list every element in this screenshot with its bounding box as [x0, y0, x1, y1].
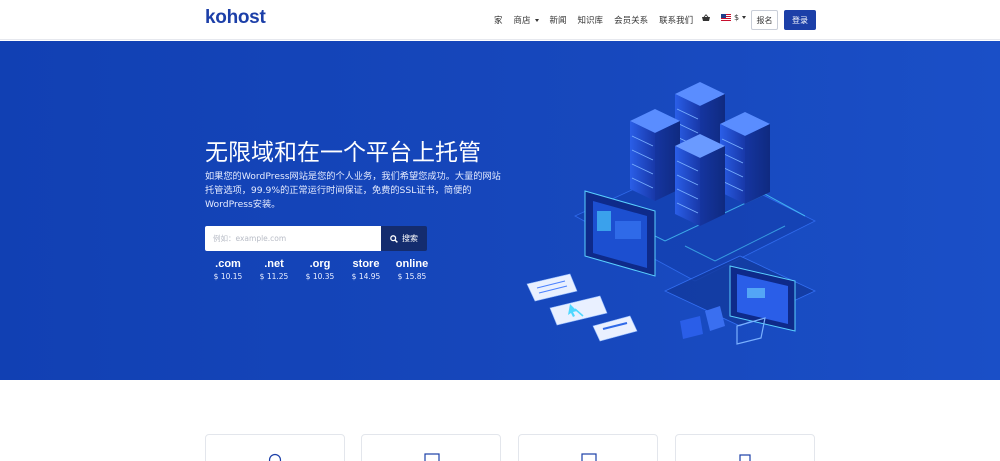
nav-item-affiliates[interactable]: 会员关系: [614, 14, 648, 26]
hero-title: 无限域和在一个平台上托管: [205, 140, 481, 166]
nav-item-store[interactable]: 商店: [514, 14, 539, 26]
feature-card[interactable]: [205, 434, 345, 461]
tld-extension: store: [352, 258, 380, 270]
feature-card[interactable]: [518, 434, 658, 461]
currency-selector[interactable]: $: [721, 13, 747, 22]
header: kohost 家 商店 新闻 知识库 会员关系 联系我们 $ 报名 登录: [0, 0, 1000, 40]
tld-extension: online: [395, 258, 429, 270]
tld-extension: .net: [264, 258, 284, 270]
currency-symbol: $: [734, 13, 740, 22]
chevron-down-icon: [534, 19, 539, 22]
search-button-label: 搜索: [402, 234, 418, 243]
globe-icon: [268, 453, 282, 461]
tld-item: store $ 14.95: [343, 258, 389, 281]
server-tower: [630, 109, 680, 201]
feature-card[interactable]: [675, 434, 815, 461]
feature-card[interactable]: [361, 434, 501, 461]
nav-label: 会员关系: [614, 16, 649, 26]
nav-label: 商店: [513, 16, 531, 26]
login-button[interactable]: 登录: [784, 10, 816, 30]
tld-price: $ 14.95: [351, 272, 381, 281]
nav-item-home[interactable]: 家: [494, 14, 503, 26]
tld-item: .org $ 10.35: [297, 258, 343, 281]
features-section: [0, 380, 1000, 461]
us-flag-icon: [721, 14, 731, 21]
chevron-down-icon: [742, 16, 747, 19]
server-icon: [739, 454, 751, 461]
monitor-icon: [581, 453, 597, 461]
search-button[interactable]: 搜索: [381, 226, 427, 251]
nav-label: 知识库: [577, 16, 604, 26]
tld-price: $ 10.15: [213, 272, 243, 281]
server-illustration: [526, 82, 816, 345]
tld-price-list: .com $ 10.15 .net $ 11.25 .org $ 10.35 s…: [205, 258, 435, 281]
search-icon: [390, 234, 398, 243]
nav-label: 联系我们: [659, 16, 694, 26]
tld-item: .net $ 11.25: [251, 258, 297, 281]
nav-item-news[interactable]: 新闻: [550, 14, 567, 26]
page: kohost 家 商店 新闻 知识库 会员关系 联系我们 $ 报名 登录 无限域…: [0, 0, 1000, 461]
tld-extension: .org: [309, 258, 331, 270]
tld-extension: .com: [215, 258, 241, 270]
hero-section: 无限域和在一个平台上托管 如果您的WordPress网站是您的个人业务，我们希望…: [0, 41, 1000, 380]
logo[interactable]: kohost: [205, 7, 266, 29]
domain-search-input[interactable]: [205, 226, 381, 251]
browser-icon: [424, 453, 440, 461]
nav-item-contact[interactable]: 联系我们: [659, 14, 693, 26]
tld-item: online $ 15.85: [389, 258, 435, 281]
tld-price: $ 10.35: [305, 272, 335, 281]
nav-item-knowledgebase[interactable]: 知识库: [578, 14, 604, 26]
cart-icon[interactable]: [701, 14, 711, 24]
tld-price: $ 11.25: [259, 272, 289, 281]
main-nav: 家 商店 新闻 知识库 会员关系 联系我们: [494, 14, 704, 26]
tld-price: $ 15.85: [397, 272, 427, 281]
register-button[interactable]: 报名: [751, 10, 778, 30]
server-tower: [675, 134, 725, 226]
hero-description: 如果您的WordPress网站是您的个人业务，我们希望您成功。大量的网站托管选项…: [205, 171, 501, 210]
server-tower: [720, 112, 770, 204]
nav-label: 家: [494, 16, 503, 26]
nav-label: 新闻: [549, 16, 567, 26]
tld-item: .com $ 10.15: [205, 258, 251, 281]
